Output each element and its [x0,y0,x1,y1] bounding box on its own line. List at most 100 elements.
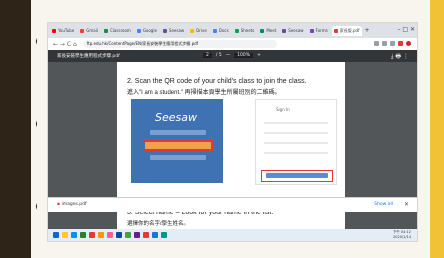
browser-tab[interactable]: Forms [308,26,330,36]
extension-icon[interactable] [390,41,395,46]
browser-window: YouTube Gmail Classroom Google Seesaw Drive Do… [47,22,418,242]
seesaw-option [150,130,206,135]
scan-code-button [266,173,328,178]
taskbar-app-icon[interactable] [62,232,68,238]
seesaw-logo: Seesaw [155,111,197,124]
taskbar-app-icon[interactable] [143,232,149,238]
window-controls[interactable]: – □ ✕ [397,26,415,33]
system-clock[interactable]: 下午 04:12 2020/1/14 [393,230,411,239]
pdf-file-icon: ▪ [57,202,61,207]
login-screenshot: Sign In [255,99,337,185]
i-am-student-highlight [143,140,213,151]
tab-label: Docs [218,28,229,33]
extension-icon[interactable] [398,41,403,46]
close-download-bar-icon[interactable]: ✕ [404,201,409,208]
form-line [264,142,328,144]
tab-favicon-icon [52,28,56,33]
browser-tab[interactable]: YouTube [50,26,76,36]
form-line [264,132,328,134]
taskbar-app-icon[interactable] [71,232,77,238]
taskbar-app-icon[interactable] [152,232,158,238]
taskbar-app-icon[interactable] [161,232,167,238]
browser-tab[interactable]: Sheets [233,26,257,36]
nav-buttons[interactable]: ← → C ⌂ [53,41,77,48]
form-line [264,152,328,154]
tab-label: Gmail [86,28,98,33]
scan-code-highlight [261,170,333,182]
login-label: Sign In [276,107,290,112]
page-total: / 5 [215,53,222,58]
tab-favicon-icon [260,28,265,33]
browser-tab[interactable]: 家長版.pdf [331,25,362,36]
zoom-in-button[interactable]: + [257,53,261,58]
tab-favicon-icon [282,28,287,33]
taskbar-icons [53,232,167,238]
clock-date: 2020/1/14 [393,234,411,239]
zoom-out-button[interactable]: — [226,53,231,58]
show-all-button[interactable]: Show all [374,202,393,207]
form-line [264,122,328,124]
taskbar-app-icon[interactable] [98,232,104,238]
clock-time: 下午 04:12 [392,230,411,234]
windows-taskbar: 下午 04:12 2020/1/14 [48,229,417,241]
page-number-input[interactable]: 2 [203,53,212,58]
pdf-filename: 家長安裝學生應用程式步驟.pdf [57,54,120,59]
tab-label: Sheets [240,28,255,33]
tab-label: Google [142,28,157,33]
tab-label: Classroom [109,28,131,33]
right-accent-stripe [430,0,444,258]
tab-label: YouTube [58,28,75,33]
taskbar-app-icon[interactable] [80,232,86,238]
browser-tab[interactable]: Docs [211,26,231,36]
tab-favicon-icon [309,28,314,33]
i-am-student-button [145,142,211,149]
tab-favicon-icon [80,28,85,33]
pdf-page-controls: 2 / 5 — 100% + [203,53,261,58]
address-bar: ← → C ⌂ ftp.edu.hk/ContentPage/EN/家長安裝學生… [48,38,417,50]
profile-avatar[interactable] [406,41,411,46]
taskbar-app-icon[interactable] [53,232,59,238]
seesaw-app-screenshot: Seesaw [131,99,223,183]
tab-label: Drive [196,28,207,33]
tab-favicon-icon [212,28,217,33]
left-decoration-band [0,0,43,258]
pdf-actions[interactable]: ⤓ 🖶 ⋮ [391,52,409,62]
browser-tab[interactable]: Google [135,26,159,36]
seesaw-option [150,155,206,160]
download-bar: ▪ images.pdf Show all ✕ [48,197,417,212]
browser-tab[interactable]: Gmail [78,26,100,36]
url-field[interactable]: ftp.edu.hk/ContentPage/EN/家長安裝學生應用程式步驟.p… [82,40,277,48]
taskbar-app-icon[interactable] [116,232,122,238]
tab-favicon-icon [103,28,108,33]
tab-label: 家長版.pdf [339,27,360,33]
tab-favicon-icon [333,28,338,33]
tab-favicon-icon [136,28,141,33]
zoom-level[interactable]: 100% [234,53,254,58]
taskbar-app-icon[interactable] [134,232,140,238]
extension-icons [374,41,411,46]
taskbar-app-icon[interactable] [107,232,113,238]
tab-favicon-icon [190,28,195,33]
browser-tab[interactable]: Meet [258,26,278,36]
pdf-toolbar: 家長安裝學生應用程式步驟.pdf 2 / 5 — 100% + ⤓ 🖶 ⋮ [48,50,417,62]
step3-subtitle: 選擇你的名字/學生姓名。 [127,221,190,227]
step2-title: 2. Scan the QR code of your child's clas… [127,78,307,85]
tab-favicon-icon [162,28,167,33]
tab-label: Seesaw [288,28,304,33]
download-filename: images.pdf [61,202,87,207]
extension-icon[interactable] [374,41,379,46]
browser-tab[interactable]: Drive [188,26,209,36]
tab-label: Meet [266,28,277,33]
new-tab-button[interactable]: + [365,27,370,34]
tab-label: Seesaw [168,28,185,33]
tab-label: Forms [315,28,328,33]
browser-tab[interactable]: Seesaw [280,26,305,36]
browser-tab[interactable]: Seesaw [161,26,186,36]
taskbar-app-icon[interactable] [89,232,95,238]
taskbar-app-icon[interactable] [125,232,131,238]
tab-bar: YouTube Gmail Classroom Google Seesaw Drive Do… [48,23,417,38]
torn-edge [31,0,43,258]
browser-tab[interactable]: Classroom [102,26,133,36]
extension-icon[interactable] [382,41,387,46]
download-item[interactable]: ▪ images.pdf [57,202,87,207]
